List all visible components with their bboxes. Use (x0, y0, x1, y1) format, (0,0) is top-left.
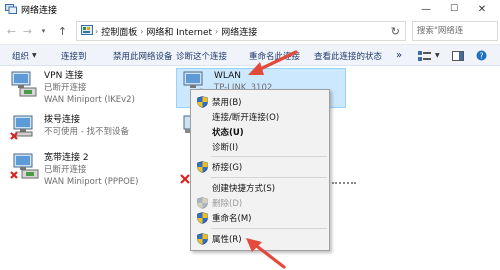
svg-text:?: ? (479, 51, 483, 60)
view-options-icon (418, 50, 431, 61)
search-box[interactable] (412, 21, 498, 41)
connection-device: WAN Miniport (PPPOE) (44, 177, 139, 187)
help-button[interactable]: ? (476, 45, 487, 66)
truncated-device-text (332, 182, 356, 185)
connection-name: 宽带连接 2 (44, 153, 89, 163)
broadband-adapter-icon (10, 152, 40, 180)
disabled-x-icon (180, 174, 190, 187)
menu-item-bridge[interactable]: 桥接(G) (191, 159, 329, 174)
disable-device-button[interactable]: 禁用此网络设备 (113, 45, 173, 66)
connection-device: WAN Miniport (IKEv2) (44, 95, 135, 105)
uac-shield-icon (197, 233, 208, 245)
recent-locations-chevron-icon[interactable]: ▾ (36, 21, 51, 41)
menu-item-create-shortcut[interactable]: 创建快捷方式(S) (191, 180, 329, 195)
breadcrumb-separator-icon: › (140, 26, 144, 36)
breadcrumb-control-panel[interactable]: 控制面板 (101, 25, 137, 38)
minimize-button[interactable]: — (412, 0, 440, 18)
connection-item-broadband-2[interactable]: 宽带连接 2 已断开连接 WAN Miniport (PPPOE) (10, 152, 138, 188)
address-bar: ← → ▾ ↑ › 控制面板 › 网络和 Internet › 网络连接 ↻ (0, 18, 500, 44)
uac-shield-icon (197, 161, 208, 173)
connection-status: 已断开连接 (44, 165, 87, 175)
menu-item-connect-disconnect[interactable]: 连接/断开连接(O) (191, 109, 329, 124)
forward-arrow-icon[interactable]: → (20, 21, 35, 41)
uac-shield-icon (197, 197, 208, 209)
breadcrumb-network-internet[interactable]: 网络和 Internet (146, 25, 212, 38)
vpn-adapter-icon (10, 70, 40, 98)
menu-separator (211, 156, 327, 157)
refresh-icon[interactable]: ↻ (391, 25, 400, 38)
menu-item-delete[interactable]: 删除(D) (191, 195, 329, 210)
menu-item-status[interactable]: 状态(U) (191, 124, 329, 139)
preview-pane-icon (452, 50, 464, 61)
up-arrow-icon[interactable]: ↑ (55, 21, 70, 41)
organize-label: 组织 (12, 51, 30, 62)
chevron-down-icon: ▼ (32, 52, 37, 59)
annotation-arrow-icon (246, 238, 286, 269)
control-panel-icon (81, 25, 93, 35)
dialup-adapter-icon (10, 114, 40, 142)
connect-to-button[interactable]: 连接到 (61, 45, 87, 66)
breadcrumb[interactable]: › 控制面板 › 网络和 Internet › 网络连接 ↻ (76, 21, 406, 41)
breadcrumb-separator-icon: › (95, 26, 99, 36)
organize-menu-button[interactable]: 组织 ▼ (12, 45, 37, 66)
diagnose-connection-button[interactable]: 诊断这个连接 (176, 45, 227, 66)
breadcrumb-network-connections[interactable]: 网络连接 (221, 25, 257, 38)
change-view-button[interactable]: ▼ (418, 45, 440, 66)
close-button[interactable]: ✕ (468, 0, 496, 18)
chevron-down-icon: ▼ (435, 52, 440, 59)
uac-shield-icon (197, 96, 208, 108)
menu-separator (211, 228, 327, 229)
menu-separator (211, 177, 327, 178)
view-status-button[interactable]: 查看此连接的状态 (314, 45, 382, 66)
maximize-button[interactable]: ☐ (440, 0, 468, 18)
network-connections-icon (5, 4, 17, 14)
connection-status: 不可使用 - 找不到设备 (44, 127, 129, 137)
menu-item-label: 桥接(G) (212, 162, 243, 173)
menu-item-label: 禁用(B) (212, 97, 242, 108)
preview-pane-button[interactable] (452, 45, 464, 66)
menu-item-label: 删除(D) (212, 198, 243, 209)
back-arrow-icon[interactable]: ← (4, 21, 19, 41)
menu-item-rename[interactable]: 重命名(M) (191, 210, 329, 225)
more-commands-button[interactable]: » (396, 45, 402, 66)
connection-status: 已断开连接 (44, 83, 87, 93)
help-icon: ? (476, 50, 487, 61)
menu-item-label: 重命名(M) (212, 213, 252, 224)
connection-name: 拨号连接 (44, 115, 81, 125)
uac-shield-icon (197, 212, 208, 224)
search-input[interactable] (417, 26, 487, 36)
connection-item-dialup[interactable]: 拨号连接 不可使用 - 找不到设备 (10, 114, 129, 142)
menu-item-disable[interactable]: 禁用(B) (191, 94, 329, 109)
annotation-arrow-icon (248, 50, 298, 75)
menu-item-label: 属性(R) (212, 234, 242, 245)
breadcrumb-separator-icon: › (215, 26, 219, 36)
connection-item-vpn[interactable]: VPN 连接 已断开连接 WAN Miniport (IKEv2) (10, 70, 135, 106)
context-menu: 禁用(B) 连接/断开连接(O) 状态(U) 诊断(I) 桥接(G) 创建快捷方… (190, 89, 330, 251)
window-title: 网络连接 (21, 5, 58, 16)
menu-item-diagnose[interactable]: 诊断(I) (191, 139, 329, 154)
connection-name: VPN 连接 (44, 71, 84, 81)
